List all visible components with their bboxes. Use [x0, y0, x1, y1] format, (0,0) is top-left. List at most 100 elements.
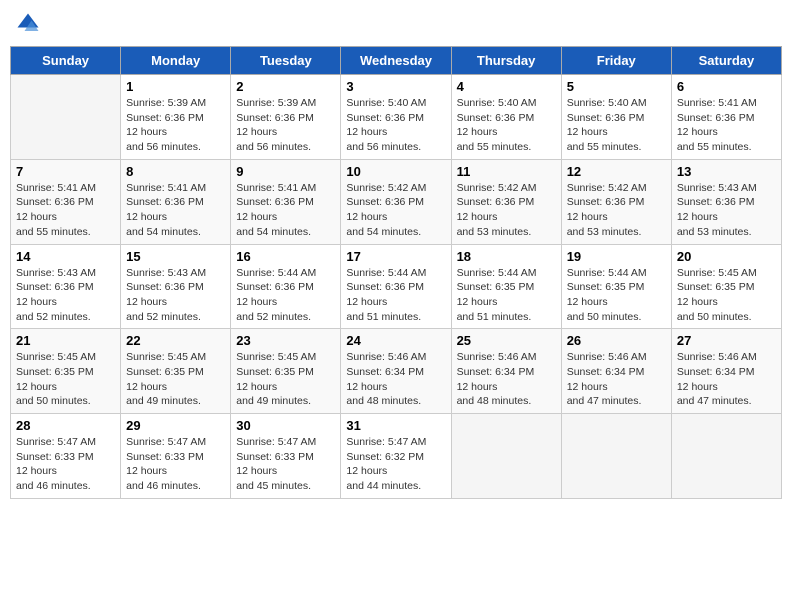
day-number: 15 [126, 249, 225, 264]
day-info: Sunrise: 5:47 AMSunset: 6:32 PM12 hoursa… [346, 435, 445, 494]
day-number: 8 [126, 164, 225, 179]
calendar-cell: 18 Sunrise: 5:44 AMSunset: 6:35 PM12 hour… [451, 244, 561, 329]
weekday-header-saturday: Saturday [671, 47, 781, 75]
calendar-cell [451, 414, 561, 499]
calendar-week-1: 1 Sunrise: 5:39 AMSunset: 6:36 PM12 hours… [11, 75, 782, 160]
day-number: 24 [346, 333, 445, 348]
day-info: Sunrise: 5:41 AMSunset: 6:36 PM12 hoursa… [677, 96, 776, 155]
day-number: 9 [236, 164, 335, 179]
calendar-table: SundayMondayTuesdayWednesdayThursdayFrid… [10, 46, 782, 499]
logo [14, 10, 46, 38]
day-info: Sunrise: 5:46 AMSunset: 6:34 PM12 hoursa… [567, 350, 666, 409]
day-info: Sunrise: 5:41 AMSunset: 6:36 PM12 hoursa… [126, 181, 225, 240]
day-info: Sunrise: 5:45 AMSunset: 6:35 PM12 hoursa… [236, 350, 335, 409]
day-info: Sunrise: 5:47 AMSunset: 6:33 PM12 hoursa… [16, 435, 115, 494]
calendar-cell: 15 Sunrise: 5:43 AMSunset: 6:36 PM12 hour… [121, 244, 231, 329]
day-number: 12 [567, 164, 666, 179]
day-info: Sunrise: 5:43 AMSunset: 6:36 PM12 hoursa… [16, 266, 115, 325]
logo-icon [14, 10, 42, 38]
day-number: 27 [677, 333, 776, 348]
day-info: Sunrise: 5:43 AMSunset: 6:36 PM12 hoursa… [126, 266, 225, 325]
calendar-cell: 23 Sunrise: 5:45 AMSunset: 6:35 PM12 hour… [231, 329, 341, 414]
calendar-cell: 6 Sunrise: 5:41 AMSunset: 6:36 PM12 hours… [671, 75, 781, 160]
calendar-cell: 26 Sunrise: 5:46 AMSunset: 6:34 PM12 hour… [561, 329, 671, 414]
calendar-cell: 30 Sunrise: 5:47 AMSunset: 6:33 PM12 hour… [231, 414, 341, 499]
calendar-cell: 27 Sunrise: 5:46 AMSunset: 6:34 PM12 hour… [671, 329, 781, 414]
day-number: 22 [126, 333, 225, 348]
day-info: Sunrise: 5:40 AMSunset: 6:36 PM12 hoursa… [567, 96, 666, 155]
day-info: Sunrise: 5:45 AMSunset: 6:35 PM12 hoursa… [16, 350, 115, 409]
calendar-cell: 24 Sunrise: 5:46 AMSunset: 6:34 PM12 hour… [341, 329, 451, 414]
day-info: Sunrise: 5:45 AMSunset: 6:35 PM12 hoursa… [677, 266, 776, 325]
day-number: 11 [457, 164, 556, 179]
day-number: 20 [677, 249, 776, 264]
day-info: Sunrise: 5:41 AMSunset: 6:36 PM12 hoursa… [16, 181, 115, 240]
day-number: 29 [126, 418, 225, 433]
calendar-cell: 2 Sunrise: 5:39 AMSunset: 6:36 PM12 hours… [231, 75, 341, 160]
day-number: 30 [236, 418, 335, 433]
day-number: 10 [346, 164, 445, 179]
calendar-cell: 25Sunrise: 5:46 AMSunset: 6:34 PM12 hour… [451, 329, 561, 414]
day-info: Sunrise: 5:46 AMSunset: 6:34 PM12 hoursa… [677, 350, 776, 409]
day-number: 7 [16, 164, 115, 179]
page-header [10, 10, 782, 38]
day-number: 6 [677, 79, 776, 94]
day-number: 16 [236, 249, 335, 264]
calendar-cell: 21 Sunrise: 5:45 AMSunset: 6:35 PM12 hour… [11, 329, 121, 414]
day-number: 26 [567, 333, 666, 348]
day-number: 21 [16, 333, 115, 348]
calendar-cell: 11 Sunrise: 5:42 AMSunset: 6:36 PM12 hour… [451, 159, 561, 244]
day-info: Sunrise: 5:45 AMSunset: 6:35 PM12 hoursa… [126, 350, 225, 409]
day-info: Sunrise: 5:39 AMSunset: 6:36 PM12 hoursa… [126, 96, 225, 155]
day-number: 19 [567, 249, 666, 264]
day-info: Sunrise: 5:46 AMSunset: 6:34 PM12 hoursa… [346, 350, 445, 409]
calendar-cell: 16Sunrise: 5:44 AMSunset: 6:36 PM12 hour… [231, 244, 341, 329]
calendar-week-3: 14Sunrise: 5:43 AMSunset: 6:36 PM12 hour… [11, 244, 782, 329]
calendar-week-4: 21 Sunrise: 5:45 AMSunset: 6:35 PM12 hour… [11, 329, 782, 414]
day-info: Sunrise: 5:40 AMSunset: 6:36 PM12 hoursa… [457, 96, 556, 155]
calendar-cell: 12 Sunrise: 5:42 AMSunset: 6:36 PM12 hour… [561, 159, 671, 244]
day-info: Sunrise: 5:47 AMSunset: 6:33 PM12 hoursa… [236, 435, 335, 494]
day-info: Sunrise: 5:41 AMSunset: 6:36 PM12 hoursa… [236, 181, 335, 240]
day-info: Sunrise: 5:42 AMSunset: 6:36 PM12 hoursa… [457, 181, 556, 240]
calendar-header: SundayMondayTuesdayWednesdayThursdayFrid… [11, 47, 782, 75]
calendar-cell: 9 Sunrise: 5:41 AMSunset: 6:36 PM12 hours… [231, 159, 341, 244]
day-info: Sunrise: 5:42 AMSunset: 6:36 PM12 hoursa… [346, 181, 445, 240]
calendar-cell: 31Sunrise: 5:47 AMSunset: 6:32 PM12 hour… [341, 414, 451, 499]
day-info: Sunrise: 5:44 AMSunset: 6:36 PM12 hoursa… [346, 266, 445, 325]
calendar-cell: 3 Sunrise: 5:40 AMSunset: 6:36 PM12 hours… [341, 75, 451, 160]
day-number: 13 [677, 164, 776, 179]
day-info: Sunrise: 5:39 AMSunset: 6:36 PM12 hoursa… [236, 96, 335, 155]
calendar-cell: 29 Sunrise: 5:47 AMSunset: 6:33 PM12 hour… [121, 414, 231, 499]
calendar-week-5: 28 Sunrise: 5:47 AMSunset: 6:33 PM12 hour… [11, 414, 782, 499]
day-number: 3 [346, 79, 445, 94]
day-info: Sunrise: 5:44 AMSunset: 6:35 PM12 hoursa… [457, 266, 556, 325]
day-number: 5 [567, 79, 666, 94]
calendar-cell: 8 Sunrise: 5:41 AMSunset: 6:36 PM12 hours… [121, 159, 231, 244]
weekday-header-friday: Friday [561, 47, 671, 75]
calendar-cell [671, 414, 781, 499]
calendar-cell: 22 Sunrise: 5:45 AMSunset: 6:35 PM12 hour… [121, 329, 231, 414]
day-number: 18 [457, 249, 556, 264]
calendar-week-2: 7 Sunrise: 5:41 AMSunset: 6:36 PM12 hours… [11, 159, 782, 244]
calendar-cell: 20 Sunrise: 5:45 AMSunset: 6:35 PM12 hour… [671, 244, 781, 329]
day-info: Sunrise: 5:47 AMSunset: 6:33 PM12 hoursa… [126, 435, 225, 494]
day-info: Sunrise: 5:44 AMSunset: 6:35 PM12 hoursa… [567, 266, 666, 325]
weekday-header-wednesday: Wednesday [341, 47, 451, 75]
calendar-cell: 4 Sunrise: 5:40 AMSunset: 6:36 PM12 hours… [451, 75, 561, 160]
day-number: 23 [236, 333, 335, 348]
weekday-header-monday: Monday [121, 47, 231, 75]
day-number: 28 [16, 418, 115, 433]
day-info: Sunrise: 5:40 AMSunset: 6:36 PM12 hoursa… [346, 96, 445, 155]
day-info: Sunrise: 5:42 AMSunset: 6:36 PM12 hoursa… [567, 181, 666, 240]
calendar-cell: 7 Sunrise: 5:41 AMSunset: 6:36 PM12 hours… [11, 159, 121, 244]
day-info: Sunrise: 5:46 AMSunset: 6:34 PM12 hoursa… [457, 350, 556, 409]
calendar-cell: 19 Sunrise: 5:44 AMSunset: 6:35 PM12 hour… [561, 244, 671, 329]
calendar-cell: 14Sunrise: 5:43 AMSunset: 6:36 PM12 hour… [11, 244, 121, 329]
weekday-header-sunday: Sunday [11, 47, 121, 75]
day-number: 4 [457, 79, 556, 94]
calendar-cell: 17 Sunrise: 5:44 AMSunset: 6:36 PM12 hour… [341, 244, 451, 329]
day-number: 2 [236, 79, 335, 94]
day-number: 1 [126, 79, 225, 94]
day-number: 17 [346, 249, 445, 264]
